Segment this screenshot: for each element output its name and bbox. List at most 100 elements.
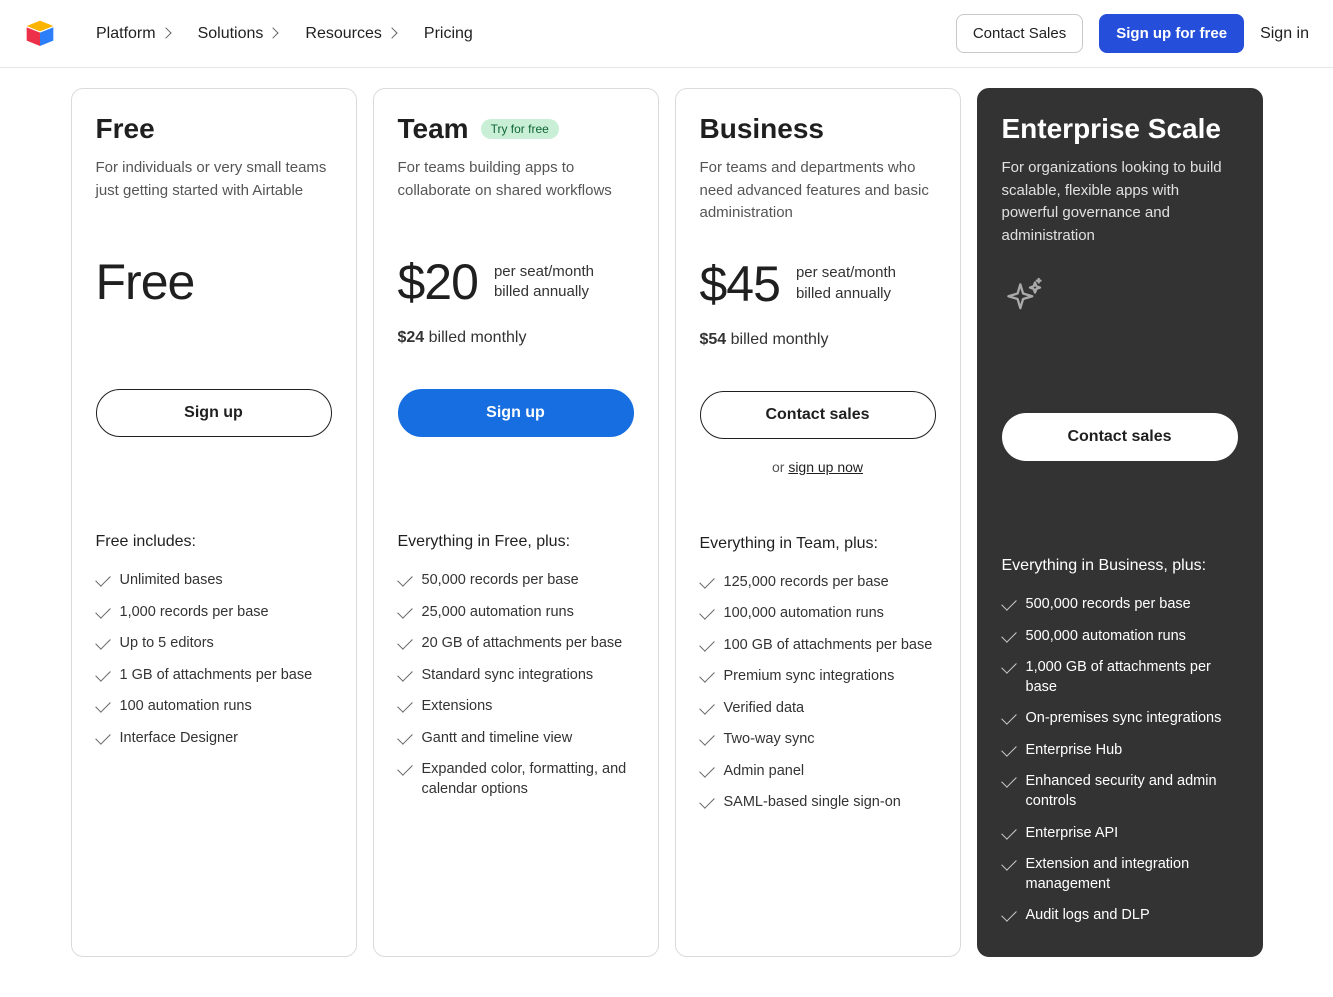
check-icon [95, 729, 111, 745]
feature-item: Up to 5 editors [96, 628, 332, 660]
check-icon [1001, 709, 1017, 725]
feature-item: 50,000 records per base [398, 565, 634, 597]
nav: Platform Solutions Resources Pricing [96, 25, 932, 43]
feature-list: 125,000 records per base 100,000 automati… [700, 567, 936, 820]
feature-text: 50,000 records per base [422, 571, 579, 591]
nav-item-resources[interactable]: Resources [305, 25, 395, 43]
includes-title: Free includes: [96, 533, 332, 551]
check-icon [699, 604, 715, 620]
feature-item: Audit logs and DLP [1002, 900, 1238, 932]
check-icon [699, 699, 715, 715]
check-icon [699, 762, 715, 778]
logo[interactable] [24, 18, 56, 50]
price-block: Free [96, 253, 332, 373]
check-icon [699, 636, 715, 652]
feature-text: Enhanced security and admin controls [1026, 772, 1238, 811]
check-icon [397, 761, 413, 777]
plan-card-team: Team Try for free For teams building apps … [373, 88, 659, 957]
feature-text: 1 GB of attachments per base [120, 666, 313, 686]
sign-up-free-button[interactable]: Sign up for free [1099, 14, 1244, 53]
check-icon [397, 571, 413, 587]
feature-item: 500,000 records per base [1002, 589, 1238, 621]
check-icon [397, 666, 413, 682]
plan-cta-button[interactable]: Sign up [96, 389, 332, 437]
price-amount: $45 [700, 255, 780, 313]
plan-name: Free [96, 113, 155, 145]
check-icon [95, 697, 111, 713]
nav-item-pricing[interactable]: Pricing [424, 25, 473, 43]
feature-item: Enhanced security and admin controls [1002, 766, 1238, 817]
includes-title: Everything in Business, plus: [1002, 557, 1238, 575]
feature-text: SAML-based single sign-on [724, 793, 901, 813]
plan-cta-button[interactable]: Contact sales [1002, 413, 1238, 461]
check-icon [1001, 773, 1017, 789]
price-block [1002, 277, 1238, 397]
plan-cta-button[interactable]: Contact sales [700, 391, 936, 439]
feature-item: 100 automation runs [96, 691, 332, 723]
feature-text: 125,000 records per base [724, 573, 889, 593]
feature-text: Up to 5 editors [120, 634, 214, 654]
chevron-right-icon [160, 27, 171, 38]
nav-item-platform[interactable]: Platform [96, 25, 170, 43]
feature-text: 100,000 automation runs [724, 604, 884, 624]
feature-item: 100 GB of attachments per base [700, 630, 936, 662]
feature-item: Expanded color, formatting, and calendar… [398, 754, 634, 805]
feature-item: Premium sync integrations [700, 661, 936, 693]
plan-cta-button[interactable]: Sign up [398, 389, 634, 437]
feature-text: Enterprise API [1026, 824, 1119, 844]
price-amount: Free [96, 253, 195, 311]
try-free-badge: Try for free [481, 119, 559, 139]
feature-text: 1,000 records per base [120, 603, 269, 623]
feature-text: Verified data [724, 699, 805, 719]
price-amount: $20 [398, 253, 478, 311]
plan-card-free: FreeFor individuals or very small teams … [71, 88, 357, 957]
feature-text: Premium sync integrations [724, 667, 895, 687]
feature-text: Unlimited bases [120, 571, 223, 591]
nav-item-label: Platform [96, 25, 156, 43]
plan-desc: For organizations looking to build scala… [1002, 157, 1238, 247]
plan-card-business: BusinessFor teams and departments who ne… [675, 88, 961, 957]
feature-item: Enterprise API [1002, 818, 1238, 850]
check-icon [699, 667, 715, 683]
check-icon [397, 634, 413, 650]
feature-list: 500,000 records per base500,000 automati… [1002, 589, 1238, 932]
feature-item: 1,000 records per base [96, 597, 332, 629]
feature-text: Gantt and timeline view [422, 729, 573, 749]
check-icon [699, 573, 715, 589]
feature-text: Enterprise Hub [1026, 741, 1123, 761]
feature-item: Unlimited bases [96, 565, 332, 597]
feature-item: Extension and integration management [1002, 849, 1238, 900]
header-right: Contact Sales Sign up for free Sign in [956, 14, 1309, 53]
feature-item: 20 GB of attachments per base [398, 628, 634, 660]
nav-item-solutions[interactable]: Solutions [198, 25, 278, 43]
pricing-grid: FreeFor individuals or very small teams … [27, 68, 1307, 997]
plan-name: Business [700, 113, 825, 145]
contact-sales-button[interactable]: Contact Sales [956, 14, 1083, 53]
check-icon [1001, 627, 1017, 643]
sub-cta: or sign up now [700, 459, 936, 475]
feature-item: Standard sync integrations [398, 660, 634, 692]
sign-up-now-link[interactable]: sign up now [788, 459, 863, 475]
feature-text: 1,000 GB of attachments per base [1026, 658, 1238, 697]
chevron-right-icon [268, 27, 279, 38]
sparkle-icon [1002, 277, 1046, 321]
check-icon [397, 697, 413, 713]
plan-card-enterprise-scale: Enterprise ScaleFor organizations lookin… [977, 88, 1263, 957]
feature-item: Extensions [398, 691, 634, 723]
price-note: per seat/monthbilled annually [494, 262, 594, 303]
nav-item-label: Pricing [424, 25, 473, 43]
sign-in-link[interactable]: Sign in [1260, 25, 1309, 43]
plan-name: Team [398, 113, 469, 145]
monthly-price: $54 billed monthly [700, 331, 936, 349]
feature-text: 25,000 automation runs [422, 603, 574, 623]
feature-text: 500,000 records per base [1026, 595, 1191, 615]
feature-text: 100 automation runs [120, 697, 252, 717]
feature-item: Verified data [700, 693, 936, 725]
feature-item: Admin panel [700, 756, 936, 788]
check-icon [1001, 855, 1017, 871]
check-icon [397, 603, 413, 619]
feature-text: Interface Designer [120, 729, 238, 749]
check-icon [397, 729, 413, 745]
check-icon [95, 666, 111, 682]
plan-desc: For teams building apps to collaborate o… [398, 157, 634, 223]
